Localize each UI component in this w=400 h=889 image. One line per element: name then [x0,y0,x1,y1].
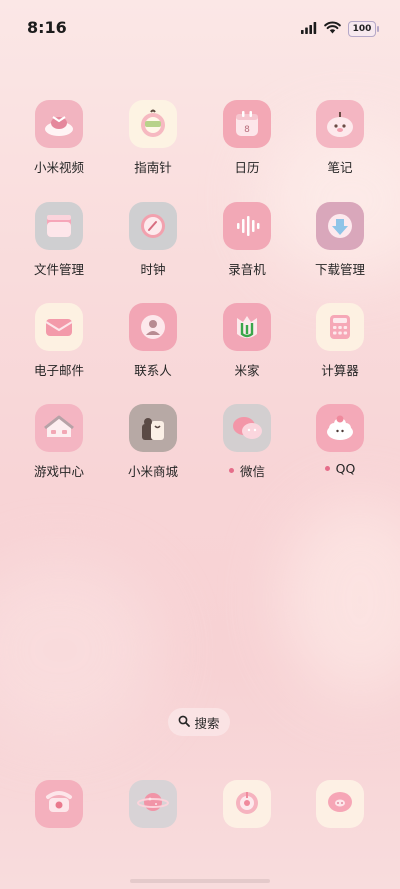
dock-browser[interactable] [129,780,177,828]
app-label: 指南针 [134,160,172,175]
app-recorder[interactable]: 录音机 [202,202,292,278]
calendar-day: 8 [244,125,250,135]
app-label-text: 微信 [239,464,265,479]
app-label: 小米视频 [33,160,84,175]
recorder-icon [223,202,271,250]
app-qq[interactable]: QQ [295,404,385,476]
app-download-manager[interactable]: 下载管理 [295,202,385,278]
mi-home-icon [223,303,271,351]
contacts-icon [129,303,177,351]
app-label: 联系人 [134,363,172,378]
app-compass[interactable]: 指南针 [108,100,198,176]
app-calculator[interactable]: 计算器 [295,303,385,379]
app-file-manager[interactable]: 文件管理 [14,202,104,278]
download-manager-icon [316,202,364,250]
notes-icon [316,100,364,148]
search-label: 搜索 [194,715,220,731]
app-label: 日历 [234,160,260,175]
app-wechat[interactable]: 微信 [202,404,292,480]
mi-store-icon [129,404,177,452]
app-notes[interactable]: 笔记 [295,100,385,176]
search-icon [178,715,191,730]
dock-phone[interactable] [35,780,83,828]
email-icon [35,303,83,351]
app-label: 游戏中心 [33,464,84,479]
browser-planet-icon [136,787,170,821]
dock-camera[interactable] [223,780,271,828]
app-label: 文件管理 [33,262,84,277]
battery-level: 100 [352,23,372,34]
app-mi-store[interactable]: 小米商城 [108,404,198,480]
phone-icon [43,787,75,821]
app-label: 电子邮件 [33,363,84,378]
clock-icon [129,202,177,250]
app-mi-video[interactable]: 小米视频 [14,100,104,176]
file-manager-icon [35,202,83,250]
signal-icon [301,19,317,38]
mi-video-icon [35,100,83,148]
status-bar: 8:16 100 [0,0,400,54]
notification-dot [228,468,234,473]
app-label-text: QQ [335,461,356,476]
app-calendar[interactable]: 8 日历 [202,100,292,176]
app-label: 录音机 [228,262,266,277]
battery-icon: 100 [348,20,379,37]
game-center-icon [35,404,83,452]
app-label: 微信 [202,461,292,480]
messages-icon [324,787,356,821]
notification-dot [324,466,330,471]
home-indicator[interactable] [130,879,270,883]
app-email[interactable]: 电子邮件 [14,303,104,379]
app-label: 笔记 [327,160,353,175]
search-button[interactable]: 搜索 [168,708,230,736]
status-icons: 100 [301,19,379,38]
calculator-icon [316,303,364,351]
app-label: 米家 [234,363,260,378]
app-game-center[interactable]: 游戏中心 [14,404,104,480]
app-label: 小米商城 [127,464,178,479]
dock-messages[interactable] [316,780,364,828]
wechat-icon [223,404,271,452]
calendar-icon: 8 [223,100,271,148]
app-clock[interactable]: 时钟 [108,202,198,278]
status-time: 8:16 [27,18,67,37]
wifi-icon [324,19,341,38]
app-label: 计算器 [321,363,359,378]
compass-icon [129,100,177,148]
app-contacts[interactable]: 联系人 [108,303,198,379]
app-label: 下载管理 [314,262,365,277]
app-label: 时钟 [140,262,166,277]
app-label: QQ [295,461,385,476]
qq-icon [316,404,364,452]
app-mi-home[interactable]: 米家 [202,303,292,379]
camera-apple-icon [231,786,263,822]
